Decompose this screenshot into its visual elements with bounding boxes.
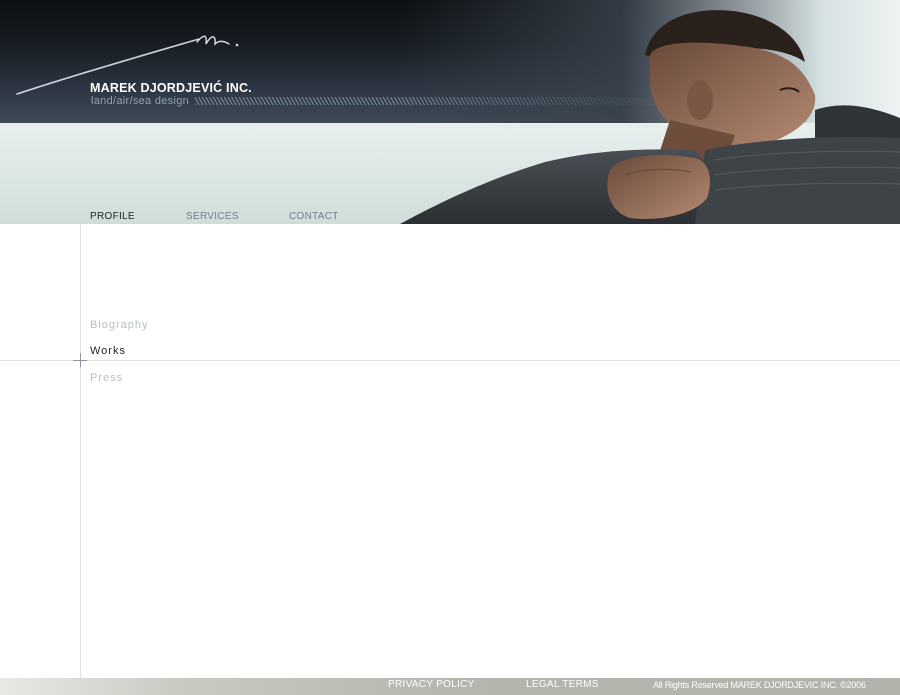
vertical-guide-line [80, 224, 81, 678]
portrait-photo-icon [395, 0, 900, 224]
company-name: MAREK DJORDJEVIĆ INC. [90, 81, 252, 95]
subnav-press[interactable]: Press [90, 372, 123, 384]
footer: PRIVACY POLICY LEGAL TERMS All Rights Re… [0, 678, 900, 695]
subnav-works[interactable]: Works [90, 345, 126, 357]
tagline: land/air/sea design [91, 95, 190, 107]
legal-terms-link[interactable]: LEGAL TERMS [526, 679, 599, 690]
subnav-biography[interactable]: Biography [90, 319, 149, 331]
privacy-policy-link[interactable]: PRIVACY POLICY [388, 679, 475, 690]
nav-services[interactable]: SERVICES [186, 211, 239, 222]
nav-profile[interactable]: PROFILE [90, 211, 135, 222]
horizontal-guide-line [0, 360, 900, 361]
header: MAREK DJORDJEVIĆ INC. land/air/sea desig… [0, 0, 900, 224]
copyright-text: All Rights Reserved MAREK DJORDJEVIC INC… [653, 680, 866, 690]
nav-contact[interactable]: CONTACT [289, 211, 339, 222]
crosshair-vertical [80, 353, 81, 367]
